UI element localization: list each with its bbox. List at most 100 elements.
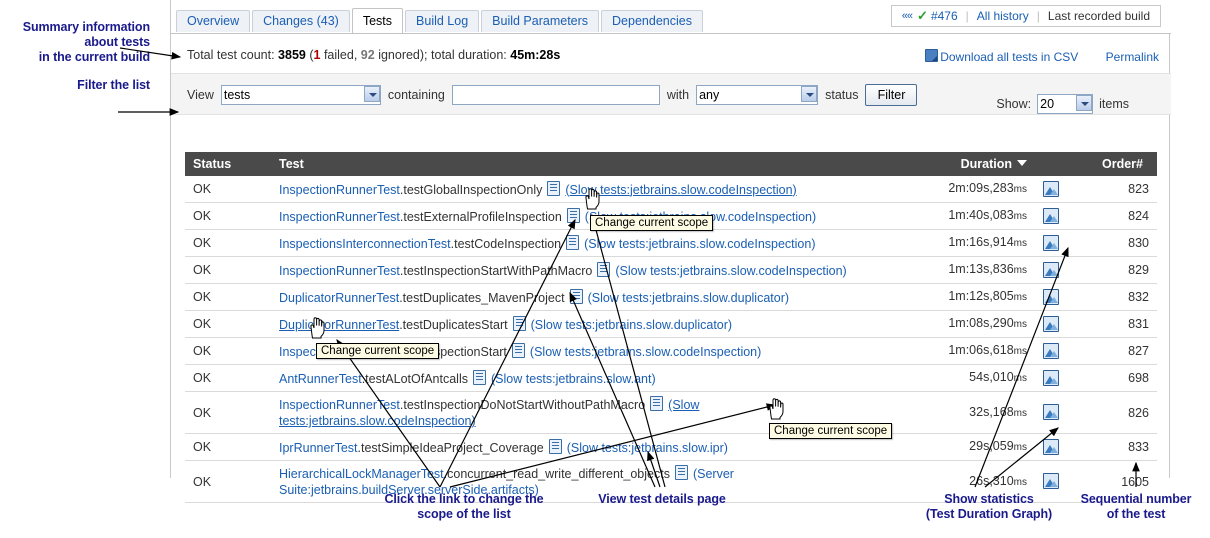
test-duration-graph-icon[interactable] [1043, 315, 1059, 332]
test-details-icon[interactable] [650, 396, 664, 411]
test-class-link[interactable]: InspectionsInterconnectionTest [279, 237, 451, 251]
test-class-link[interactable]: IprRunnerTest [279, 441, 358, 455]
cell-duration: 1m:13s,836ms [899, 256, 1035, 284]
test-scope-link[interactable]: (Slow tests:jetbrains.slow.duplicator) [588, 291, 789, 305]
last-recorded-build-label[interactable]: Last recorded build [1048, 5, 1150, 27]
test-duration-graph-icon[interactable] [1043, 404, 1059, 420]
column-header-status[interactable]: Status [185, 152, 271, 176]
test-scope-link[interactable]: (Slow tests:jetbrains.slow.codeInspectio… [584, 237, 815, 251]
view-select[interactable]: tests [220, 85, 381, 105]
cell-order: 826 [1075, 391, 1157, 434]
test-class-link[interactable]: DuplicatorRunnerTest [279, 318, 399, 332]
test-method-label: .testCodeInspection [450, 236, 562, 251]
tooltip-change-scope-2: Change current scope [316, 343, 440, 359]
test-details-icon[interactable] [547, 180, 561, 196]
test-scope-link[interactable]: (Slow tests:jetbrains.slow.codeInspectio… [615, 264, 846, 278]
cell-order: 824 [1075, 202, 1157, 230]
test-duration-graph-icon[interactable] [1043, 261, 1059, 278]
tab-dependencies[interactable]: Dependencies [601, 10, 703, 32]
duration-value: 1m:16s,914 [948, 235, 1014, 249]
test-class-link[interactable]: InspectionRunnerTest [279, 264, 400, 278]
test-details-icon[interactable] [674, 465, 688, 480]
test-class-link[interactable]: InspectionRunnerTest [279, 183, 400, 197]
tab-label: Build Log [416, 14, 469, 28]
test-duration-graph-icon[interactable] [1043, 180, 1059, 197]
status-select[interactable]: any [696, 85, 819, 105]
duration-unit: ms [1013, 407, 1027, 419]
cell-duration: 1m:12s,805ms [899, 283, 1035, 311]
cell-order: 832 [1075, 283, 1157, 311]
show-select-wrapper: 20 [1037, 94, 1094, 114]
tests-table: Status Test Duration Order# OK Inspection… [185, 152, 1157, 503]
cell-order: 833 [1075, 433, 1157, 461]
containing-input[interactable] [451, 85, 660, 105]
duration-value: 1m:06s,618 [948, 343, 1014, 357]
permalink-link[interactable]: Permalink [1106, 50, 1159, 64]
column-header-test[interactable]: Test [271, 152, 899, 176]
test-details-icon[interactable] [511, 342, 525, 358]
test-duration-graph-icon[interactable] [1043, 438, 1059, 455]
build-number-link[interactable]: #476 [931, 5, 958, 27]
test-duration-graph-icon[interactable] [1043, 473, 1059, 489]
column-header-duration[interactable]: Duration [899, 152, 1035, 176]
test-class-link[interactable]: AntRunnerTest [279, 372, 362, 386]
test-details-icon[interactable] [566, 207, 580, 223]
test-class-link[interactable]: InspectionRunnerTest [279, 210, 400, 224]
tab-label: Overview [187, 14, 240, 28]
test-duration-graph-icon[interactable] [1043, 207, 1059, 224]
cell-test: AntRunnerTest.testALotOfAntcalls (Slow te… [271, 364, 899, 392]
containing-label: containing [387, 88, 445, 102]
column-header-order[interactable]: Order# [1075, 152, 1157, 176]
all-history-link[interactable]: All history [977, 5, 1029, 27]
annotation-scope: Click the link to change the scope of th… [384, 492, 544, 521]
previous-build-icon[interactable]: «« [902, 5, 913, 27]
test-class-link[interactable]: HierarchicalLockManagerTest [279, 467, 444, 481]
top-links: Download all tests in CSV Permalink [925, 49, 1159, 64]
cell-graph [1035, 391, 1075, 434]
test-details-icon[interactable] [566, 234, 580, 250]
table-row: OK InspectionsInterconnectionTest.testCod… [185, 229, 1157, 257]
test-duration-graph-icon[interactable] [1043, 342, 1059, 359]
cell-status: OK [185, 337, 271, 365]
test-duration-graph-icon[interactable] [1043, 288, 1059, 305]
table-row: OKInspectionRunnerTest.testInspectionSta… [185, 256, 1157, 284]
tab-build-log[interactable]: Build Log [405, 10, 480, 32]
download-csv-link[interactable]: Download all tests in CSV [940, 50, 1078, 64]
filter-controls: View tests containing with any status Fi… [187, 84, 924, 106]
filter-button[interactable]: Filter [865, 84, 918, 106]
cell-order: 698 [1075, 364, 1157, 392]
cell-status: OK [185, 256, 271, 284]
test-scope-link[interactable]: (Slow tests:jetbrains.slow.ipr) [567, 441, 728, 455]
tab-changes[interactable]: Changes (43) [252, 10, 350, 32]
test-duration-graph-icon[interactable] [1043, 369, 1059, 386]
test-duration-graph-icon[interactable] [1043, 234, 1059, 251]
show-select[interactable]: 20 [1037, 94, 1094, 114]
test-details-icon[interactable] [597, 261, 611, 277]
table-row: OK DuplicatorRunnerTest.testDuplicatesSta… [185, 310, 1157, 338]
duration-value: 1m:13s,836 [948, 262, 1014, 276]
test-details-icon[interactable] [548, 438, 562, 454]
test-scope-link[interactable]: (Slow tests:jetbrains.slow.codeInspectio… [530, 345, 761, 359]
annotation-stats: Show statistics (Test Duration Graph) [925, 492, 1053, 521]
table-row: OK IprRunnerTest.testSimpleIdeaProject_Co… [185, 433, 1157, 461]
test-scope-link[interactable]: (Slow tests:jetbrains.slow.duplicator) [531, 318, 732, 332]
test-class-link[interactable]: DuplicatorRunnerTest [279, 291, 399, 305]
table-row: OK AntRunnerTest.testALotOfAntcalls (Slow … [185, 364, 1157, 392]
test-method-label: .testExternalProfileInspection [399, 209, 562, 224]
test-method-label: .testDuplicatesStart [399, 317, 508, 332]
view-select-wrapper: tests [220, 85, 381, 105]
tab-tests[interactable]: Tests [351, 8, 404, 33]
test-class-link[interactable]: InspectionRunnerTest [279, 398, 400, 412]
test-scope-link[interactable]: (Slow tests:jetbrains.slow.ant) [491, 372, 656, 386]
tab-label: Tests [362, 14, 393, 28]
cell-order: 831 [1075, 310, 1157, 338]
duration-unit: ms [1013, 292, 1027, 303]
tab-build-parameters[interactable]: Build Parameters [481, 10, 600, 32]
test-details-icon[interactable] [569, 288, 583, 304]
cell-status: OK [185, 229, 271, 257]
tab-overview[interactable]: Overview [176, 10, 251, 32]
failed-label: failed, [323, 48, 358, 62]
test-details-icon[interactable] [473, 369, 486, 385]
test-details-icon[interactable] [512, 315, 526, 331]
tooltip-change-scope-1: Change current scope [590, 215, 714, 231]
